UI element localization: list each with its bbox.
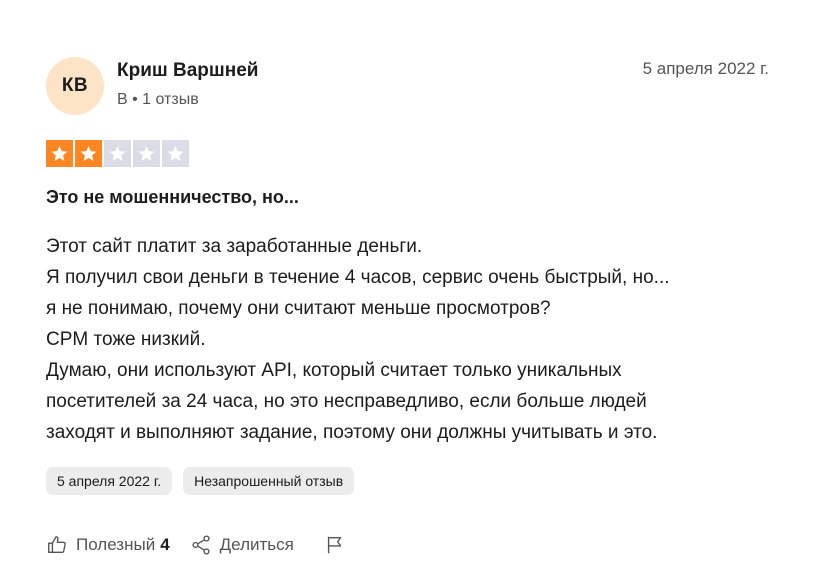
review-tags: 5 апреля 2022 г. Незапрошенный отзыв [46, 467, 355, 495]
flag-icon [327, 536, 342, 554]
useful-count: 4 [160, 535, 170, 554]
date-tag: 5 апреля 2022 г. [46, 467, 173, 495]
star-rating [46, 140, 189, 167]
avatar-initials: КВ [61, 75, 89, 96]
review-line: посетителей за 24 часа, но это несправед… [46, 391, 647, 412]
star-icon [133, 140, 160, 167]
share-button[interactable]: Делиться [190, 534, 294, 556]
author-name[interactable]: Криш Варшней [117, 60, 258, 82]
review-line: Этот сайт платит за заработанные деньги. [46, 236, 423, 257]
review-actions: Полезный 4 Делиться [46, 534, 346, 556]
star-icon [162, 140, 189, 167]
share-icon [192, 535, 210, 555]
star-icon [75, 140, 102, 167]
share-label: Делиться [219, 535, 294, 554]
useful-button[interactable]: Полезный 4 [46, 534, 170, 556]
author-meta: B • 1 отзыв [117, 91, 199, 108]
star-icon [46, 140, 73, 167]
report-button[interactable] [324, 534, 346, 556]
review-line: CPM тоже низкий. [46, 329, 206, 350]
review-line: заходят и выполняют задание, поэтому они… [46, 422, 658, 443]
review-title[interactable]: Это не мошенничество, но... [46, 187, 299, 208]
review-date: 5 апреля 2022 г. [642, 59, 769, 78]
thumbs-up-icon [48, 536, 66, 554]
review-line: я не понимаю, почему они считают меньше … [46, 298, 551, 319]
star-icon [104, 140, 131, 167]
unsolicited-tag[interactable]: Незапрошенный отзыв [183, 467, 355, 495]
review-body: Этот сайт платит за заработанные деньги.… [46, 231, 786, 448]
review-line: Думаю, они используют API, который счита… [46, 360, 622, 381]
review-line: Я получил свои деньги в течение 4 часов,… [46, 267, 670, 288]
useful-label: Полезный [76, 535, 156, 554]
avatar[interactable]: КВ [46, 57, 104, 115]
